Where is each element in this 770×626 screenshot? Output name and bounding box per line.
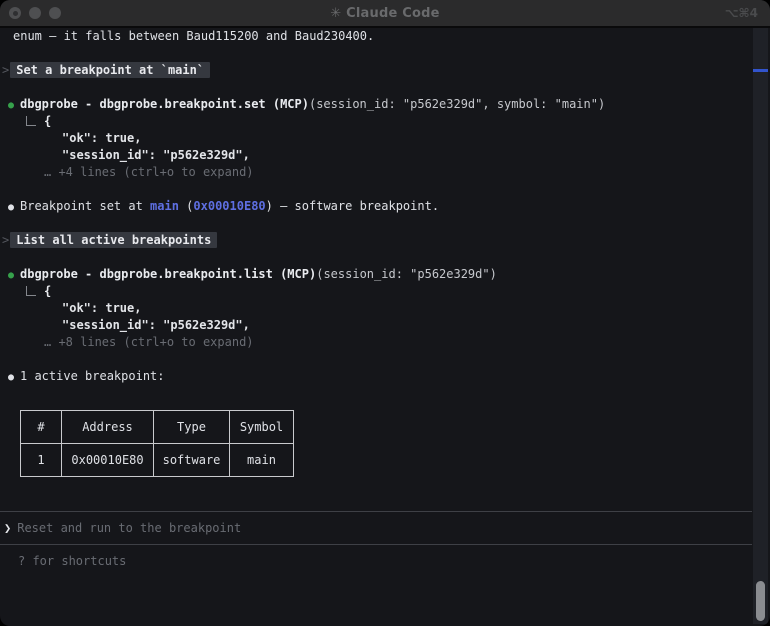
result-json-line: "session_id": "p562e329d", (0, 317, 752, 334)
minimize-button[interactable] (29, 7, 41, 19)
result-json-line: "ok": true, (0, 130, 752, 147)
window-title: ✳ Claude Code (0, 6, 770, 21)
col-header-address: Address (62, 411, 154, 444)
blank-line (0, 351, 752, 368)
address-ref: 0x00010E80 (193, 199, 265, 213)
message-text: Breakpoint set at (20, 199, 150, 213)
window-shortcut-badge: ⌥⌘4 (725, 6, 770, 20)
input-value[interactable]: Reset and run to the breakpoint (17, 520, 241, 537)
table-row: 1 0x00010E80 software main (21, 444, 294, 477)
user-message-2: >List all active breakpoints (0, 232, 752, 249)
user-prompt-prefix: > (2, 233, 9, 247)
col-header-type: Type (154, 411, 230, 444)
user-message-text: List all active breakpoints (10, 232, 217, 248)
scrollbar-track[interactable] (753, 28, 768, 624)
terminal-body: enum — it falls between Baud115200 and B… (0, 28, 770, 624)
terminal-window: ✳ Claude Code ⌥⌘4 enum — it falls betwee… (0, 0, 770, 626)
tool-result-2: { (0, 283, 752, 300)
user-message-text: Set a breakpoint at `main` (10, 62, 210, 78)
prompt-input-box[interactable]: ❯ Reset and run to the breakpoint (0, 511, 752, 545)
tool-status-bullet-icon: ● (8, 97, 20, 114)
message-text: ) — software breakpoint. (266, 199, 439, 213)
context-line: enum — it falls between Baud115200 and B… (0, 28, 752, 45)
user-prompt-prefix: > (2, 63, 9, 77)
result-elbow-icon (26, 116, 36, 126)
col-header-symbol: Symbol (230, 411, 294, 444)
blank-line (0, 79, 752, 96)
assistant-message-2: ●1 active breakpoint: (0, 368, 752, 385)
traffic-lights (0, 7, 69, 19)
result-json-line: "session_id": "p562e329d", (0, 147, 752, 164)
blank-line (0, 181, 752, 198)
blank-line (0, 45, 752, 62)
result-json-line: "ok": true, (0, 300, 752, 317)
zoom-button[interactable] (49, 7, 61, 19)
close-button[interactable] (9, 7, 21, 19)
cell-symbol: main (230, 444, 294, 477)
result-elbow-icon (26, 286, 36, 296)
cell-number: 1 (21, 444, 62, 477)
shortcuts-hint: ? for shortcuts (0, 553, 752, 570)
table-header-row: # Address Type Symbol (21, 411, 294, 444)
assistant-message-1: ●Breakpoint set at main (0x00010E80) — s… (0, 198, 752, 215)
close-dot-icon (13, 11, 18, 16)
tool-call-1: ●dbgprobe - dbgprobe.breakpoint.set (MCP… (0, 96, 752, 113)
blank-line (0, 249, 752, 266)
breakpoints-table: # Address Type Symbol 1 0x00010E80 softw… (20, 410, 294, 477)
blank-line (0, 215, 752, 232)
tool-status-bullet-icon: ● (8, 267, 20, 284)
message-bullet-icon: ● (8, 369, 20, 386)
result-open-brace: { (44, 114, 51, 128)
tool-args: (session_id: "p562e329d", symbol: "main"… (309, 97, 605, 111)
col-header-number: # (21, 411, 62, 444)
user-message-1: >Set a breakpoint at `main` (0, 62, 752, 79)
input-prompt-icon: ❯ (4, 520, 11, 537)
scrollbar-marker (753, 69, 768, 72)
tool-args: (session_id: "p562e329d") (316, 267, 497, 281)
tool-result-1: { (0, 113, 752, 130)
message-text: ( (179, 199, 193, 213)
result-expand-hint: … +8 lines (ctrl+o to expand) (0, 334, 752, 351)
cell-type: software (154, 444, 230, 477)
tool-name: dbgprobe - dbgprobe.breakpoint.list (MCP… (20, 267, 316, 281)
result-open-brace: { (44, 284, 51, 298)
message-text: 1 active breakpoint: (20, 369, 165, 383)
message-bullet-icon: ● (8, 199, 20, 216)
symbol-ref: main (150, 199, 179, 213)
tool-name: dbgprobe - dbgprobe.breakpoint.set (MCP) (20, 97, 309, 111)
result-expand-hint: … +4 lines (ctrl+o to expand) (0, 164, 752, 181)
scrollbar-thumb[interactable] (756, 581, 765, 621)
tool-call-2: ●dbgprobe - dbgprobe.breakpoint.list (MC… (0, 266, 752, 283)
cell-address: 0x00010E80 (62, 444, 154, 477)
titlebar: ✳ Claude Code ⌥⌘4 (0, 0, 770, 28)
